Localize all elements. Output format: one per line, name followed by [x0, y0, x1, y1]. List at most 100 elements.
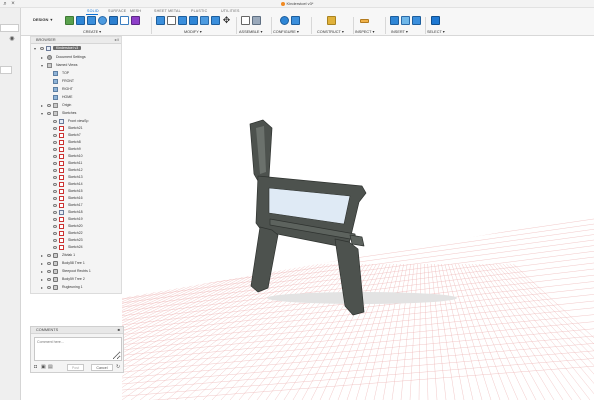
tree-row-body[interactable]: ▸ Body58 Tree 1 — [31, 260, 123, 267]
new-component-icon[interactable] — [65, 16, 74, 25]
visibility-eye-icon[interactable] — [53, 134, 57, 137]
insert-image-icon[interactable] — [412, 16, 421, 25]
tree-row-sketch[interactable]: Sketch8 — [31, 139, 123, 146]
tree-row-origin[interactable]: ▸ Origin — [31, 102, 123, 109]
visibility-eye-icon[interactable] — [53, 169, 57, 172]
visibility-eye-icon[interactable] — [40, 47, 44, 50]
tree-row-sketch[interactable]: Sketch11 — [31, 160, 123, 167]
expand-right-icon[interactable]: ▸ — [41, 276, 43, 283]
fillet-icon[interactable] — [167, 16, 176, 25]
tree-row-document-settings[interactable]: ▸ Document Settings — [31, 54, 123, 61]
attach-icon[interactable]: ▣ — [41, 365, 46, 370]
expand-right-icon[interactable]: ▸ — [41, 284, 43, 291]
tab-plastic[interactable]: PLASTIC — [191, 9, 207, 13]
tree-row-sketch[interactable]: Sketch16 — [31, 195, 123, 202]
visibility-eye-icon[interactable] — [47, 286, 51, 289]
expand-right-icon[interactable]: ▸ — [41, 252, 43, 259]
visibility-eye-icon[interactable] — [53, 162, 57, 165]
refresh-icon[interactable]: ↻ — [116, 365, 121, 370]
visibility-eye-icon[interactable] — [53, 218, 57, 221]
tree-row-view-front[interactable]: FRONT — [31, 78, 123, 85]
inspect-menu[interactable]: INSPECT ▾ — [355, 29, 374, 34]
tree-row-sketch[interactable]: Front viewSp — [31, 118, 123, 125]
tree-row-sketch[interactable]: Sketch17 — [31, 202, 123, 209]
camera-icon[interactable]: ◘ — [34, 365, 39, 370]
assemble-menu[interactable]: ASSEMBLE ▾ — [239, 29, 262, 34]
visibility-eye-icon[interactable] — [53, 183, 57, 186]
tree-row-sketch[interactable]: Sketch10 — [31, 153, 123, 160]
expand-down-icon[interactable]: ▾ — [34, 45, 36, 52]
chamfer-icon[interactable] — [178, 16, 187, 25]
tree-row-sketch[interactable]: Sketch19 — [31, 216, 123, 223]
construct-menu[interactable]: CONSTRUCT ▾ — [317, 29, 344, 34]
expand-right-icon[interactable]: ▸ — [41, 268, 43, 275]
3d-viewport[interactable] — [0, 36, 594, 400]
visibility-eye-icon[interactable] — [53, 246, 57, 249]
tree-row-sketch[interactable]: Sketch20 — [31, 223, 123, 230]
create-sketch-icon[interactable] — [76, 16, 85, 25]
expand-right-icon[interactable]: ▸ — [41, 260, 43, 267]
tree-row-view-right[interactable]: RIGHT — [31, 86, 123, 93]
workspace-switcher[interactable]: DESIGN ▾ — [33, 17, 52, 22]
revolve-icon[interactable] — [98, 16, 107, 25]
tree-row-sketch[interactable]: Sketch24 — [31, 244, 123, 251]
configure-table-icon[interactable] — [291, 16, 300, 25]
tree-row-named-views[interactable]: ▾ Named Views — [31, 62, 123, 69]
tree-row-sketch[interactable]: Sketch12 — [31, 167, 123, 174]
layers-icon[interactable]: ◉ — [9, 36, 15, 42]
visibility-eye-icon[interactable] — [53, 197, 57, 200]
tree-row-view-home[interactable]: HOME — [31, 94, 123, 101]
configure-menu[interactable]: CONFIGURE ▾ — [273, 29, 299, 34]
tab-solid[interactable]: SOLID — [87, 9, 99, 13]
move-icon[interactable]: ✥ — [222, 16, 231, 25]
form-icon[interactable] — [131, 16, 140, 25]
insert-mesh-icon[interactable] — [401, 16, 410, 25]
tree-row-body[interactable]: ▸ Steepoot Rechts 1 — [31, 268, 123, 275]
expand-right-icon[interactable]: ▸ — [41, 102, 43, 109]
select-menu[interactable]: SELECT ▾ — [427, 29, 445, 34]
pin-icon[interactable]: ■ — [118, 327, 120, 333]
comment-input[interactable] — [34, 337, 122, 361]
visibility-eye-icon[interactable] — [53, 148, 57, 151]
expand-down-icon[interactable]: ▾ — [41, 110, 43, 117]
browser-root[interactable]: ▾ Kinderstoel v3 — [31, 45, 123, 52]
tree-row-body[interactable]: ▸ Zitvlak 1 — [31, 252, 123, 259]
tree-row-sketch[interactable]: Sketch15 — [31, 188, 123, 195]
tree-row-sketch[interactable]: Sketch13 — [31, 174, 123, 181]
visibility-eye-icon[interactable] — [53, 225, 57, 228]
extrude-icon[interactable] — [87, 16, 96, 25]
tree-row-sketch[interactable]: Sketch23 — [31, 237, 123, 244]
visibility-eye-icon[interactable] — [47, 278, 51, 281]
modify-menu[interactable]: MODIFY ▾ — [184, 29, 202, 34]
visibility-eye-icon[interactable] — [53, 120, 57, 123]
sweep-icon[interactable] — [109, 16, 118, 25]
visibility-eye-icon[interactable] — [47, 270, 51, 273]
tree-row-sketch[interactable]: Sketch21 — [31, 125, 123, 132]
parameters-icon[interactable] — [280, 16, 289, 25]
visibility-eye-icon[interactable] — [53, 204, 57, 207]
tab-utilities[interactable]: UTILITIES — [221, 9, 240, 13]
expand-right-icon[interactable]: ▸ — [41, 54, 43, 61]
tab-surface[interactable]: SURFACE — [108, 9, 126, 13]
snapshot-icon[interactable]: ▤ — [48, 365, 53, 370]
press-pull-icon[interactable] — [156, 16, 165, 25]
tree-row-sketch[interactable]: Sketch9 — [31, 146, 123, 153]
visibility-eye-icon[interactable] — [53, 190, 57, 193]
shell-icon[interactable] — [189, 16, 198, 25]
tree-row-body[interactable]: ▸ Body59 Tree 2 — [31, 276, 123, 283]
gutter-panel-toggle[interactable] — [0, 66, 12, 74]
joint-icon[interactable] — [252, 16, 261, 25]
create-menu[interactable]: CREATE ▾ — [83, 29, 101, 34]
browser-collapse-icon[interactable]: ◂ ‖ — [114, 37, 119, 43]
visibility-eye-icon[interactable] — [53, 141, 57, 144]
new-component-assemble-icon[interactable] — [241, 16, 250, 25]
tab-mesh[interactable]: MESH — [130, 9, 141, 13]
measure-icon[interactable] — [360, 19, 369, 23]
cancel-button[interactable]: Cancel — [91, 364, 113, 371]
insert-derive-icon[interactable] — [390, 16, 399, 25]
visibility-eye-icon[interactable] — [53, 239, 57, 242]
visibility-eye-icon[interactable] — [53, 155, 57, 158]
tree-row-view-top[interactable]: TOP — [31, 70, 123, 77]
combine-icon[interactable] — [211, 16, 220, 25]
post-button[interactable]: Post — [67, 364, 84, 371]
